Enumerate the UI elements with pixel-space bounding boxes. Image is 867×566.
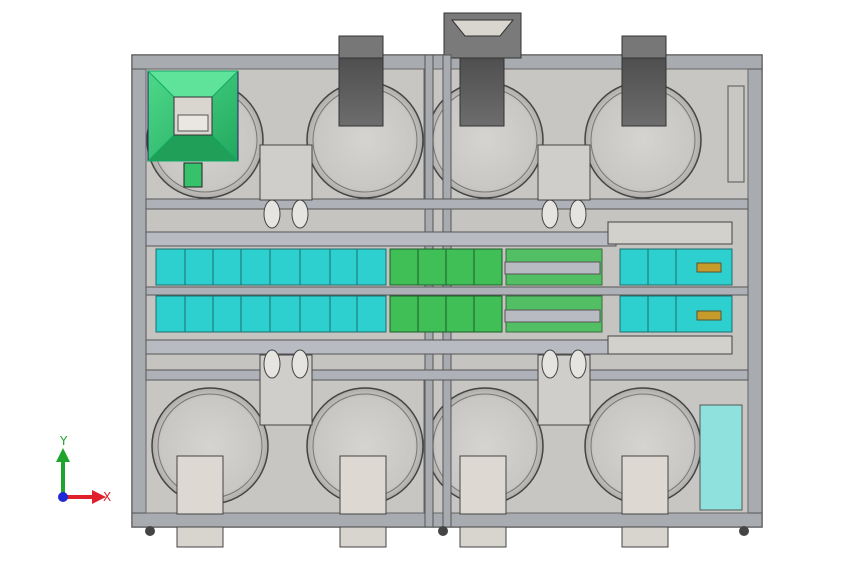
machine-model[interactable]: Y X [0,0,867,562]
lower-cross-beam [145,369,749,381]
upper-cross-beam [145,198,749,210]
rail-upper [145,231,617,247]
cad-viewport[interactable]: Y X [0,0,867,562]
mid-cross-beam [145,286,749,296]
outer-frame-right [747,54,763,528]
outer-frame-left [131,54,147,528]
side-enclosure [699,404,743,511]
triad-y-label: Y [59,434,68,448]
right-control-panel [727,85,745,183]
coordinate-triad: Y X [56,434,111,504]
triad-x-label: X [103,490,111,504]
